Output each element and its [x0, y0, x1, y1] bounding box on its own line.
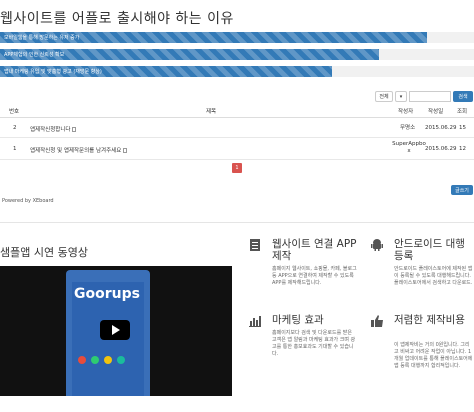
header-author: 작성자	[398, 109, 414, 115]
feature-low-cost: 저렴한 제작비용 이 앱제작비는 거의 0원입니다. 그리고 비싸고 어려운 작…	[370, 314, 474, 384]
feature-desc: 이 앱제작비는 거의 0원입니다. 그리고 비싸고 어려운 작업이 아닙니다. …	[394, 342, 473, 369]
table-row[interactable]: 2 앱제작신청합니다 무명소 2015.06.29 15	[0, 118, 474, 138]
progress-label: 모바일웹을 통해 방문하는 유저 증가	[4, 35, 80, 41]
row-date: 2015.06.29	[425, 146, 457, 152]
feature-title: 안드로이드 대행등록	[394, 238, 465, 262]
filter-select[interactable]: 전체	[375, 91, 393, 102]
row-title[interactable]: 앱제작신청 및 앱제작문의를 남겨주세요	[30, 148, 121, 154]
feature-title: 웹사이트 연결 APP 제작	[272, 238, 357, 262]
android-icon	[371, 239, 383, 251]
header-num: 번호	[9, 109, 20, 115]
row-title[interactable]: 앱제작신청합니다	[30, 127, 70, 133]
table-row[interactable]: 1 앱제작신청 및 앱제작문의를 남겨주세요 SuperAppbo x 2015…	[0, 138, 474, 160]
thumbs-up-icon	[371, 315, 383, 327]
feature-marketing: 마케팅 효과 홈페이지보다 검색 및 다운로드를 받은 고객은 앱 알림과 마케…	[248, 314, 358, 374]
page-title: 웹사이트를 어플로 출시해야 하는 이유	[0, 11, 234, 27]
write-button[interactable]: 글쓰기	[451, 185, 473, 195]
progress-bar: APP체험의 인한 신뢰성 확보	[0, 49, 379, 60]
powered-by: Powered by XEboard	[2, 198, 54, 204]
row-title-link[interactable]: 앱제작신청합니다	[30, 125, 77, 133]
video-player[interactable]: Goorups	[0, 266, 232, 396]
header-date: 작성일	[428, 109, 444, 115]
app-icon	[117, 356, 125, 364]
row-author: SuperAppbo x	[392, 141, 426, 154]
document-icon	[250, 239, 260, 251]
table-header: 번호 제목 작성자 작성일 조회	[0, 103, 474, 118]
feature-android: 안드로이드 대행등록 안드로이드 플레이스토어에 제작된 앱이 등록될 수 있도…	[370, 238, 474, 298]
play-button-icon[interactable]	[100, 320, 130, 340]
pagination-current[interactable]: 1	[232, 163, 242, 173]
progress-label: APP체험의 인한 신뢰성 확보	[4, 52, 65, 58]
row-author: 무명소	[400, 125, 416, 131]
document-icon	[72, 127, 77, 132]
row-views: 15	[459, 125, 466, 131]
progress-label: 앱내 마케팅 유입 및 맞춤형 광고 (재방문 향상)	[4, 69, 102, 75]
feature-web-app: 웹사이트 연결 APP 제작 홈페이지 웹사이트, 쇼핑몰, 카페, 블로그 등…	[248, 238, 358, 298]
search-input[interactable]	[409, 91, 451, 102]
feature-title: 마케팅 효과	[272, 314, 324, 326]
feature-desc: 홈페이지 웹사이트, 쇼핑몰, 카페, 블로그 등 APP으로 연결하여 제작할…	[272, 266, 357, 286]
row-num: 1	[13, 146, 17, 152]
app-icon	[91, 356, 99, 364]
row-date: 2015.06.29	[425, 125, 457, 131]
app-icons	[78, 356, 125, 364]
progress-bar: 모바일웹을 통해 방문하는 유저 증가	[0, 32, 427, 43]
feature-desc: 안드로이드 플레이스토어에 제작된 앱이 등록될 수 있도록 대행해드립니다. …	[394, 266, 473, 286]
chevron-down-icon[interactable]: ▾	[395, 91, 407, 102]
header-title: 제목	[206, 109, 217, 115]
document-icon	[123, 148, 128, 153]
row-views: 12	[459, 146, 466, 152]
app-icon	[104, 356, 112, 364]
progress-bar: 앱내 마케팅 유입 및 맞춤형 광고 (재방문 향상)	[0, 66, 332, 77]
feature-title: 저렴한 제작비용	[394, 314, 465, 326]
video-title: 샘플앱 시연 동영상	[0, 246, 88, 259]
row-num: 2	[13, 125, 17, 131]
app-icon	[78, 356, 86, 364]
header-views: 조회	[457, 109, 468, 115]
feature-desc: 홈페이지보다 검색 및 다운로드를 받은 고객은 앱 알림과 마케팅 효과가 크…	[272, 330, 356, 357]
search-button[interactable]: 검색	[453, 91, 473, 102]
app-brand: Goorups	[74, 286, 140, 302]
bar-chart-icon	[249, 316, 261, 327]
divider	[0, 222, 474, 223]
row-title-link[interactable]: 앱제작신청 및 앱제작문의를 남겨주세요	[30, 146, 128, 154]
